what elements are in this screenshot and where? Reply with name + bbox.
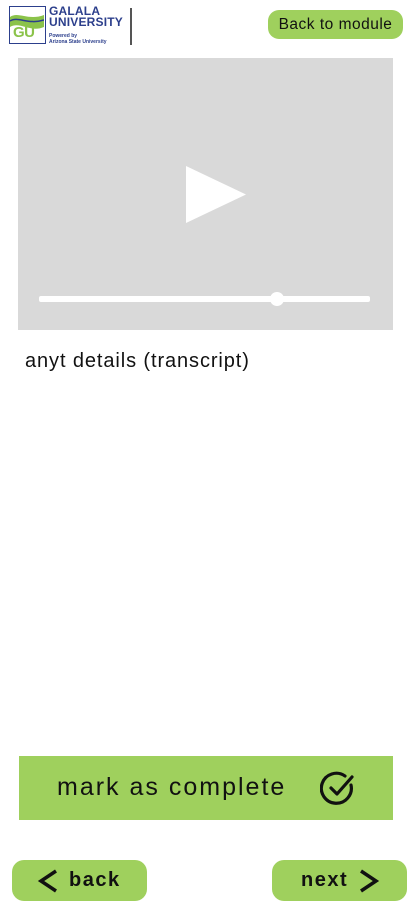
play-icon[interactable] <box>186 166 246 223</box>
logo-name: GALALA UNIVERSITY <box>49 5 124 29</box>
university-logo: GU GALALA UNIVERSITY Powered by Arizona … <box>9 5 133 46</box>
chevron-left-icon <box>37 869 57 893</box>
logo-subtitle: Powered by Arizona State University <box>49 33 107 45</box>
logo-badge-text: GU <box>13 24 35 41</box>
video-progress-thumb[interactable] <box>270 292 285 306</box>
logo-divider <box>130 8 132 45</box>
logo-name-line2: UNIVERSITY <box>49 15 124 29</box>
back-label: back <box>69 869 121 891</box>
back-to-module-button[interactable]: Back to module <box>268 10 403 39</box>
logo-sub-line2: Arizona State University <box>49 39 107 45</box>
chevron-right-icon <box>360 869 380 893</box>
transcript-text: anyt details (transcript) <box>25 350 250 372</box>
video-player[interactable] <box>18 58 393 330</box>
video-progress-bar[interactable] <box>39 292 370 306</box>
check-circle-icon <box>320 771 354 805</box>
back-button[interactable]: back <box>12 860 147 901</box>
mark-complete-label: mark as complete <box>57 773 287 801</box>
mark-complete-button[interactable]: mark as complete <box>19 756 393 820</box>
next-label: next <box>301 869 349 891</box>
next-button[interactable]: next <box>272 860 407 901</box>
logo-badge-icon: GU <box>9 6 46 44</box>
